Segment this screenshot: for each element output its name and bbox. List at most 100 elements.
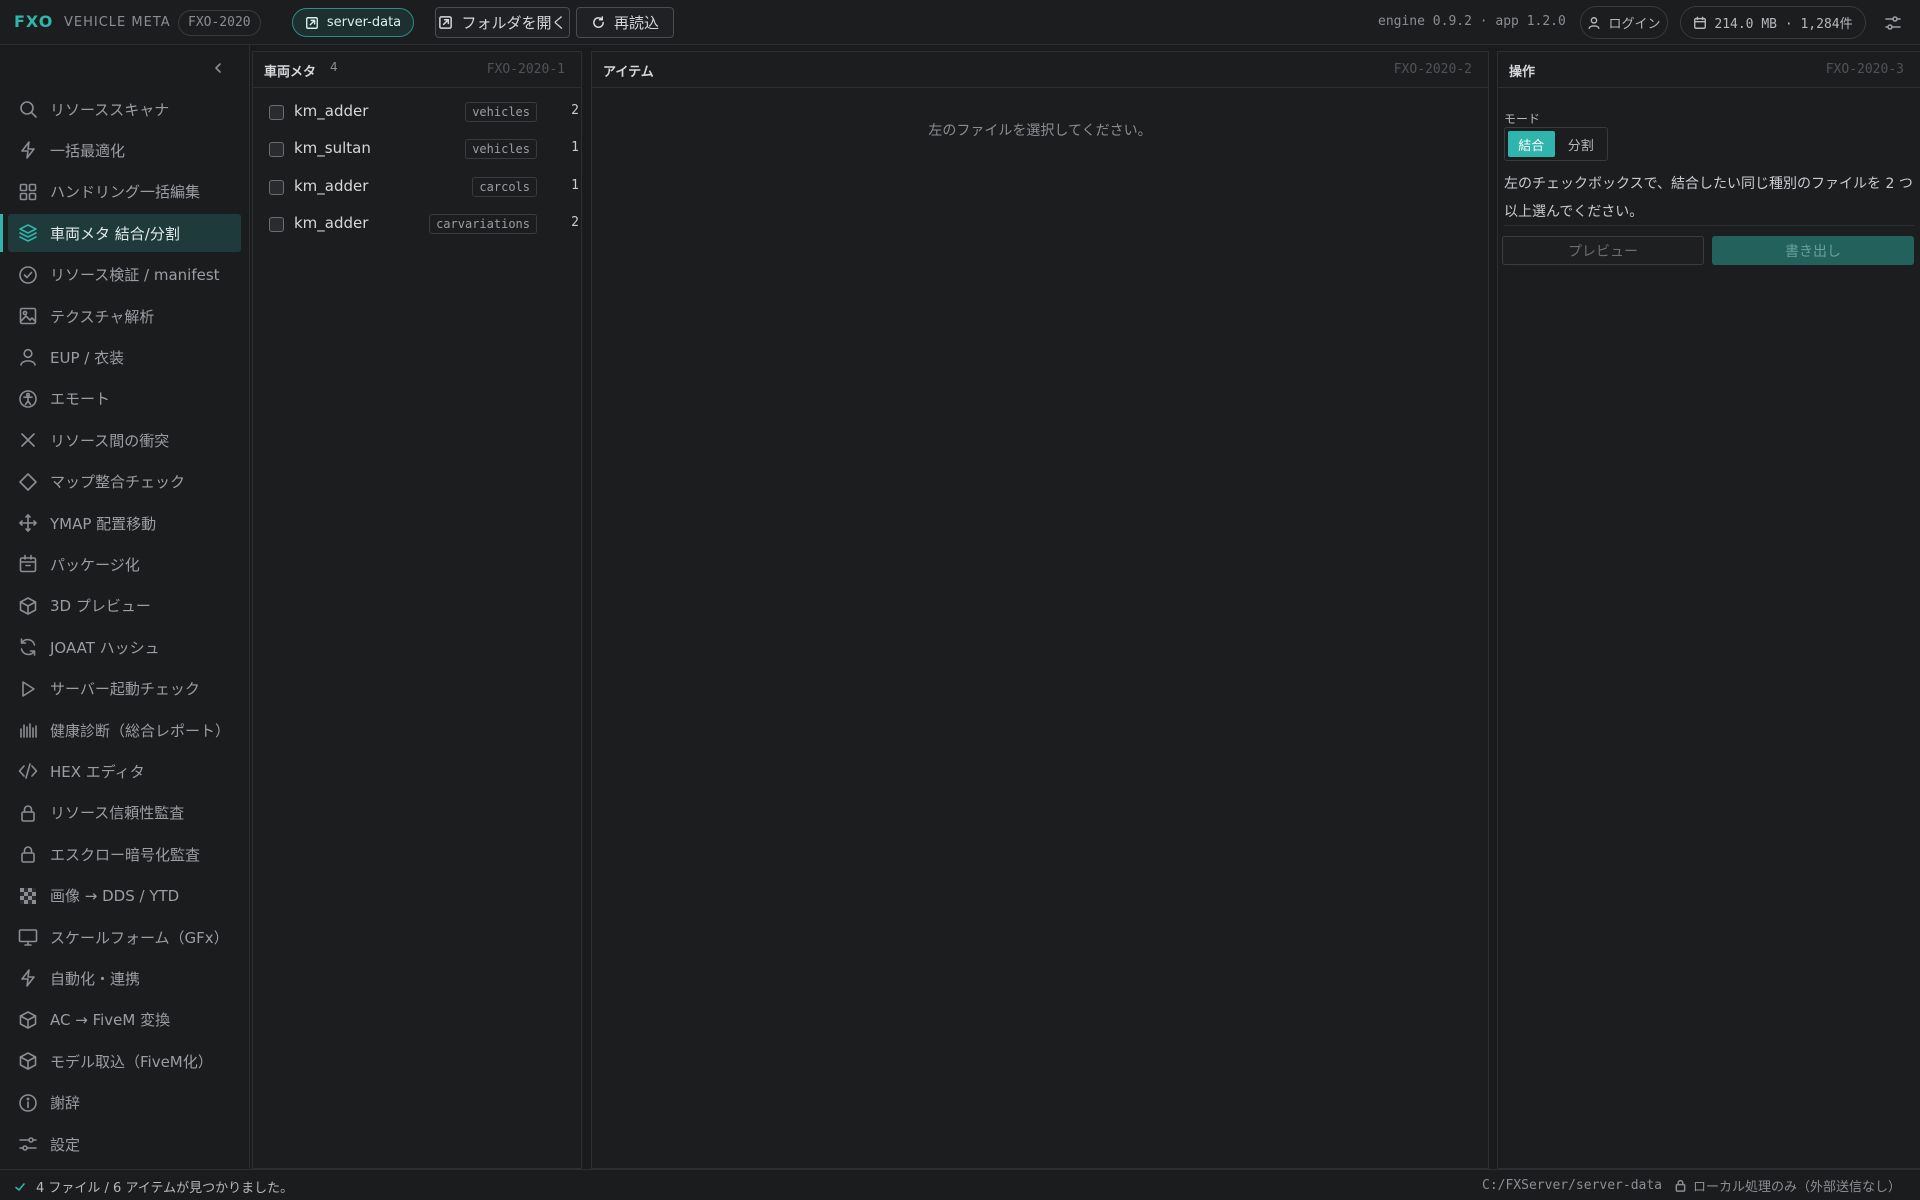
lock-icon (21, 846, 35, 863)
sidebar-item-20[interactable]: 画像 → DDS / YTD (8, 877, 241, 915)
items-panel-code: FXO-2020-2 (1393, 62, 1472, 77)
sidebar-item-22[interactable]: 自動化・連携 (8, 959, 241, 997)
files-panel-code: FXO-2020-1 (486, 62, 565, 77)
check-circle-icon (19, 265, 37, 284)
sidebar-item-21[interactable]: スケールフォーム（GFx） (8, 918, 241, 956)
file-name: km_adder (294, 176, 369, 195)
app-title: VEHICLE META (64, 15, 171, 30)
operation-instructions: 左のチェックボックスで、結合したい同じ種別のファイルを 2 つ以上選んでください… (1504, 176, 1913, 220)
local-processing-note: ローカル処理のみ（外部送信なし） (1674, 1176, 1901, 1195)
divider (1504, 225, 1914, 226)
mode-label: モード (1504, 112, 1541, 126)
sidebar-item-19[interactable]: エスクロー暗号化監査 (8, 835, 241, 873)
status-message: 4 ファイル / 6 アイテムが見つかりました。 (14, 1177, 293, 1196)
login-button[interactable]: ログイン (1580, 6, 1668, 39)
sidebar-item-16[interactable]: 健康診断（総合レポート） (8, 711, 241, 749)
files-count: 4 (330, 60, 338, 74)
item-count: 1 (571, 140, 579, 156)
file-row[interactable]: km_adder carvariations 2 (263, 207, 579, 241)
file-row[interactable]: km_adder carcols 1 (263, 170, 579, 204)
file-row[interactable]: km_adder vehicles 2 (263, 95, 579, 129)
chevron-left-icon (215, 63, 221, 73)
sidebar-item-24[interactable]: モデル取込（FiveM化） (8, 1042, 241, 1080)
lightning-icon (21, 969, 35, 988)
file-checkbox[interactable] (269, 105, 284, 120)
sidebar-item-10[interactable]: マップ整合チェック (8, 463, 241, 501)
operations-panel-header: 操作 FXO-2020-3 (1498, 52, 1920, 88)
sidebar-item-label: 謝辞 (50, 1094, 81, 1113)
sidebar-item-23[interactable]: AC → FiveM 変換 (8, 1001, 241, 1039)
file-checkbox[interactable] (269, 216, 284, 232)
item-count: 1 (571, 177, 579, 193)
mode-merge-option[interactable]: 結合 (1508, 131, 1555, 157)
sidebar-item-label: JOAAT ハッシュ (50, 638, 160, 657)
items-panel: アイテム FXO-2020-2 左のファイルを選択してください。 (591, 51, 1489, 1169)
open-folder-button[interactable]: フォルダを開く (435, 7, 570, 38)
lock-icon (1675, 1179, 1686, 1192)
sidebar: リソーススキャナ一括最適化ハンドリング一括編集車両メタ 結合/分割 リソース検証 … (0, 45, 250, 1169)
user-icon (1588, 16, 1600, 29)
file-name: km_adder (294, 213, 369, 232)
sidebar-item-15[interactable]: サーバー起動チェック (8, 670, 241, 708)
sidebar-item-8[interactable]: エモート (8, 380, 241, 418)
app-code-badge: FXO-2020 (178, 10, 261, 36)
open-folder-label: フォルダを開く (461, 14, 567, 32)
bars-icon (20, 723, 37, 738)
sidebar-item-1[interactable]: リソーススキャナ (8, 90, 241, 128)
sidebar-item-11[interactable]: YMAP 配置移動 (8, 504, 241, 542)
sidebar-item-14[interactable]: JOAAT ハッシュ (8, 628, 241, 666)
user-icon (20, 349, 36, 367)
collapse-sidebar-button[interactable] (206, 57, 230, 79)
sidebar-item-18[interactable]: リソース信頼性監査 (8, 794, 241, 832)
checker-icon (20, 887, 36, 904)
reload-button[interactable]: 再読込 (576, 7, 674, 38)
file-row[interactable]: km_sultan vehicles 1 (263, 132, 579, 166)
sidebar-item-12[interactable]: パッケージ化 (8, 545, 241, 583)
sidebar-item-13[interactable]: 3D プレビュー (8, 587, 241, 625)
sidebar-item-label: HEX エディタ (50, 762, 145, 781)
sidebar-item-6[interactable]: テクスチャ解析 (8, 297, 241, 335)
sidebar-item-label: EUP / 衣装 (50, 348, 125, 367)
cube-icon (19, 1052, 37, 1070)
diamond-icon (19, 472, 37, 491)
active-indicator (0, 214, 3, 253)
image-icon (19, 307, 37, 325)
preview-button[interactable]: プレビュー (1502, 236, 1704, 265)
file-checkbox[interactable] (269, 142, 284, 158)
sidebar-item-26[interactable]: 設定 (8, 1125, 241, 1163)
export-button[interactable]: 書き出し (1712, 236, 1914, 265)
sidebar-item-label: 健康診断（総合レポート） (50, 721, 231, 740)
sidebar-item-label: パッケージ化 (50, 555, 140, 574)
status-bar: 4 ファイル / 6 アイテムが見つかりました。 C:/FXServer/ser… (0, 1169, 1920, 1200)
sidebar-item-4[interactable]: 車両メタ 結合/分割 (8, 214, 241, 253)
operations-panel-code: FXO-2020-3 (1825, 62, 1904, 77)
file-checkbox[interactable] (269, 179, 284, 195)
settings-button[interactable] (1880, 10, 1906, 36)
play-icon (22, 680, 35, 697)
lightning-icon (21, 141, 35, 160)
status-message-text: 4 ファイル / 6 アイテムが見つかりました。 (36, 1181, 294, 1196)
brand-logo: FXO (14, 12, 54, 31)
sidebar-item-label: マップ整合チェック (50, 473, 186, 492)
sidebar-item-label: 画像 → DDS / YTD (50, 887, 180, 906)
sidebar-item-5[interactable]: リソース検証 / manifest (8, 256, 241, 294)
sidebar-item-25[interactable]: 謝辞 (8, 1084, 241, 1122)
layers-icon (19, 224, 37, 242)
storage-info-text: 214.0 MB · 1,284件 (1714, 17, 1853, 32)
sidebar-item-9[interactable]: リソース間の衝突 (8, 421, 241, 459)
file-type-tag: vehicles (465, 102, 537, 122)
mode-split-option[interactable]: 分割 (1558, 131, 1605, 157)
sidebar-item-3[interactable]: ハンドリング一括編集 (8, 173, 241, 211)
sidebar-item-label: リソーススキャナ (50, 100, 170, 119)
sidebar-item-label: ハンドリング一括編集 (50, 183, 201, 202)
sidebar-item-label: AC → FiveM 変換 (50, 1011, 171, 1030)
lock-icon (21, 805, 35, 822)
server-data-button[interactable]: server-data (292, 8, 414, 37)
sidebar-item-7[interactable]: EUP / 衣装 (8, 338, 241, 376)
sidebar-item-17[interactable]: HEX エディタ (8, 752, 241, 790)
accessibility-icon (19, 389, 37, 408)
sidebar-item-label: 自動化・連携 (50, 969, 141, 988)
sidebar-item-2[interactable]: 一括最適化 (8, 131, 241, 169)
sidebar-item-label: リソース信頼性監査 (50, 804, 185, 823)
file-name: km_adder (294, 102, 369, 120)
